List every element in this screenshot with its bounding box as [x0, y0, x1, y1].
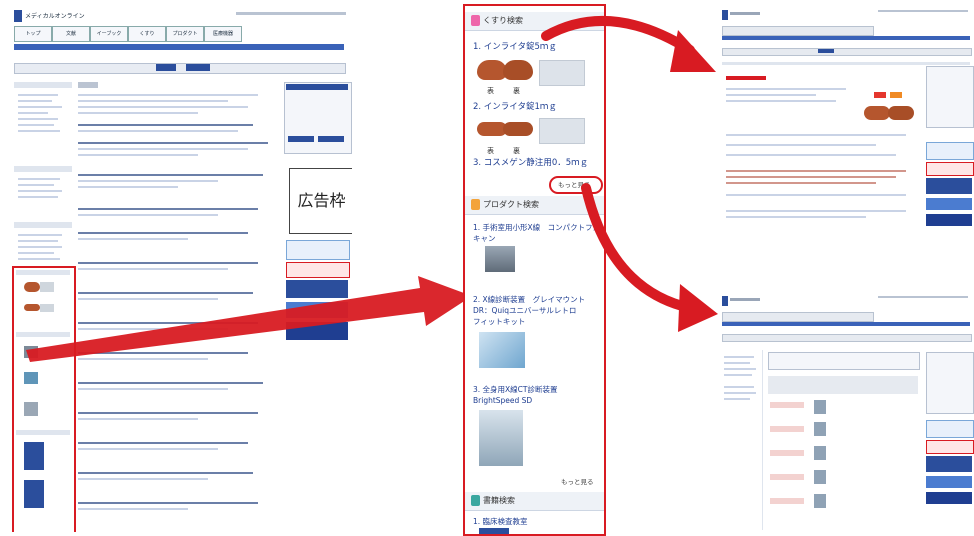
curved-arrow-bottom: [581, 183, 718, 332]
drug-detail-screenshot: [718, 4, 974, 254]
product-item-2[interactable]: 2. X線診断装置 グレイマウント DR：Quiqユニバーサルレトロ フィットキ…: [473, 294, 585, 327]
book-icon: [471, 495, 480, 506]
tab-product[interactable]: プロダクト: [166, 26, 204, 42]
ad-slot-label: 広告枠: [289, 168, 352, 234]
front-caption-2: 表: [487, 147, 494, 155]
back-caption-2: 裏: [513, 147, 520, 155]
tab-top[interactable]: トップ: [14, 26, 52, 42]
tab-ebook[interactable]: イーブック: [90, 26, 128, 42]
product-list-screenshot: [718, 290, 974, 534]
drug-1-pill-back: [503, 60, 533, 80]
top-links[interactable]: [236, 12, 346, 15]
drug-item-3[interactable]: 3. コスメゲン静注用0．5ｍｇ: [473, 158, 588, 169]
product-item-3[interactable]: 3. 全身用X線CT診断装置 BrightSpeed SD: [473, 384, 558, 406]
search-button[interactable]: [156, 64, 176, 71]
search-bar[interactable]: [14, 63, 346, 74]
drug-2-package: [539, 118, 585, 144]
tab-articles[interactable]: 文献: [52, 26, 90, 42]
more-link-product[interactable]: もっと見る: [561, 476, 594, 486]
sub-nav-bar: [14, 44, 344, 50]
drug-item-2[interactable]: 2. インライタ錠1ｍｇ: [473, 102, 557, 113]
highlight-arrow-left: [26, 276, 472, 362]
back-caption: 裏: [513, 87, 520, 95]
site-logo: メディカルオンライン: [14, 10, 85, 22]
product-3-image: [479, 410, 523, 466]
search-button-2[interactable]: [186, 64, 210, 71]
book-item-1[interactable]: 1. 臨床検査教室: [473, 516, 528, 527]
tab-drug[interactable]: くすり: [128, 26, 166, 42]
front-caption: 表: [487, 87, 494, 95]
curved-arrow-top: [541, 16, 716, 72]
product-icon: [471, 199, 480, 210]
book-1-cover: [479, 528, 509, 534]
tab-device[interactable]: 医療機器: [204, 26, 242, 42]
book-search-header: 書籍検索: [465, 492, 604, 511]
product-2-image: [479, 332, 525, 368]
drug-2-pill-back: [503, 122, 533, 136]
product-1-image: [485, 246, 515, 272]
drug-icon: [471, 15, 480, 26]
